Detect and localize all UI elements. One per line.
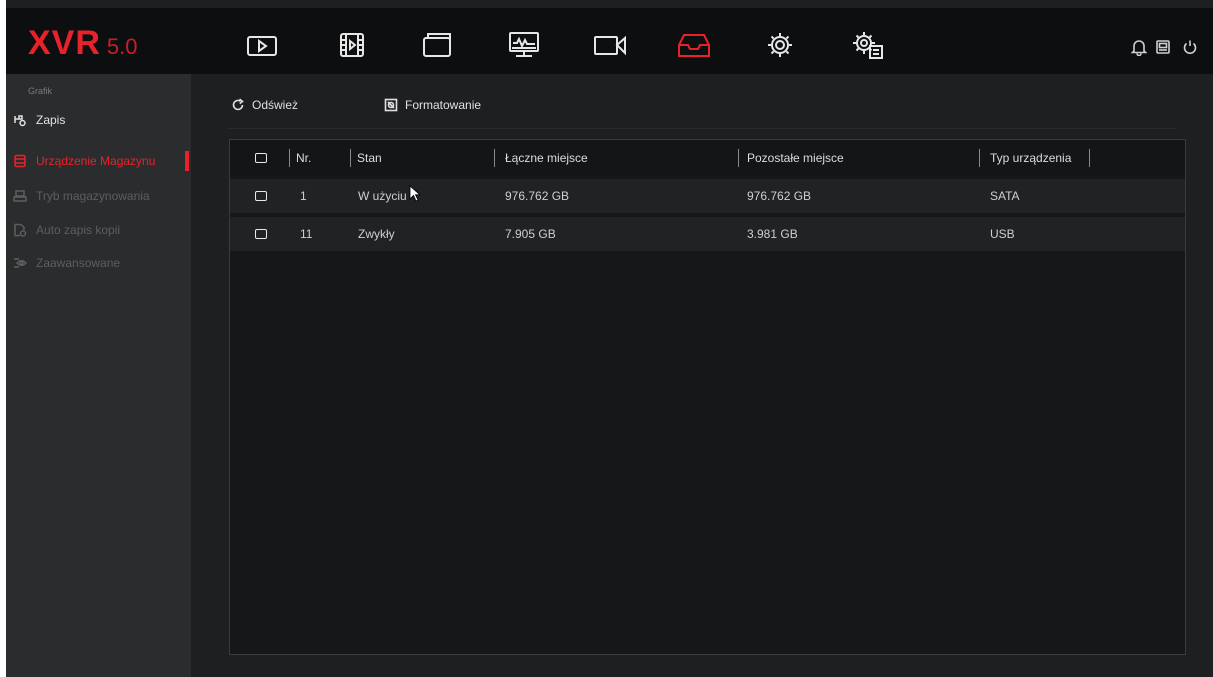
logo-text: XVR [28,24,101,62]
column-header-stan[interactable]: Stan [357,140,382,176]
refresh-button[interactable]: Odśwież [231,96,298,114]
power-icon[interactable] [1179,36,1201,58]
play-icon[interactable] [240,28,284,62]
cell-total: 7.905 GB [505,227,556,241]
sidebar-item-advanced[interactable]: Zaawansowane [6,250,191,276]
column-divider [494,149,495,167]
row-checkbox-cell [255,179,267,213]
sidebar-item-storage-mode[interactable]: Tryb magazynowania [6,183,191,209]
folder-icon[interactable] [414,28,458,62]
main-content: Odśwież Formatowanie Nr. Stan Łączne mie… [191,74,1213,677]
cell-type: USB [990,227,1015,241]
cell-type: SATA [990,189,1020,203]
sidebar-item-label: Zaawansowane [36,256,121,270]
dvr-screen: XVR 5.0 Grafik Zapis Urządzenie Magazynu… [6,0,1213,677]
cell-nr: 11 [300,227,313,241]
toolbar-divider [227,128,1177,129]
column-divider [738,149,739,167]
select-all-checkbox[interactable] [255,153,267,163]
cell-free: 3.981 GB [747,227,798,241]
column-header-free[interactable]: Pozostałe miejsce [747,140,844,176]
mouse-cursor-icon [409,185,422,202]
storage-device-table: Nr. Stan Łączne miejsce Pozostałe miejsc… [229,139,1186,655]
database-icon [12,153,28,169]
column-header-total[interactable]: Łączne miejsce [505,140,588,176]
film-icon[interactable] [330,28,374,62]
active-indicator [185,151,189,171]
table-header: Nr. Stan Łączne miejsce Pozostałe miejsc… [230,140,1185,176]
select-all-cell [255,140,267,176]
column-divider [350,149,351,167]
bell-icon[interactable] [1128,36,1150,58]
sidebar-item-zapis[interactable]: Zapis [6,107,191,133]
row-checkbox-cell [255,217,267,251]
sidebar-item-storage-device[interactable]: Urządzenie Magazynu [6,148,191,174]
logo-version: 5.0 [106,34,138,59]
format-button[interactable]: Formatowanie [384,96,481,114]
column-header-type[interactable]: Typ urządzenia [990,140,1071,176]
sidebar-item-auto-backup[interactable]: Auto zapis kopii [6,217,191,243]
sidebar-item-label: Urządzenie Magazynu [36,154,156,168]
column-header-nr[interactable]: Nr. [296,140,311,176]
column-divider [1089,149,1090,167]
table-row[interactable]: 1 W użyciu 976.762 GB 976.762 GB SATA [230,179,1185,213]
sidebar: Grafik Zapis Urządzenie Magazynu Tryb ma… [6,74,191,677]
cell-free: 976.762 GB [747,189,812,203]
format-disk-icon [384,98,398,112]
monitor-icon[interactable] [502,28,546,62]
camera-icon[interactable] [588,28,632,62]
column-divider [289,149,290,167]
storage-mode-icon [12,188,28,204]
refresh-label: Odśwież [252,98,299,112]
app-logo: XVR 5.0 [28,24,138,62]
advanced-eye-icon [12,255,28,271]
sidebar-item-label: Tryb magazynowania [36,189,150,203]
cell-stan: W użyciu [358,189,407,203]
gear-icon[interactable] [758,28,802,62]
backup-icon [12,222,28,238]
refresh-icon [232,98,244,111]
sidebar-item-label: Auto zapis kopii [36,223,121,237]
record-schedule-icon [12,112,28,128]
sidebar-item-label: Zapis [36,113,66,127]
row-checkbox[interactable] [255,191,267,201]
display-icon[interactable] [1152,36,1174,58]
row-checkbox[interactable] [255,229,267,239]
cell-total: 976.762 GB [505,189,570,203]
gear-document-icon[interactable] [846,28,890,62]
column-divider [979,149,980,167]
cell-nr: 1 [300,189,307,203]
table-row[interactable]: 11 Zwykły 7.905 GB 3.981 GB USB [230,217,1185,251]
storage-tray-icon[interactable] [672,28,716,62]
cell-stan: Zwykły [358,227,395,241]
top-bar: XVR 5.0 [6,8,1213,74]
sidebar-group-label: Grafik [28,86,53,96]
format-label: Formatowanie [405,98,482,112]
